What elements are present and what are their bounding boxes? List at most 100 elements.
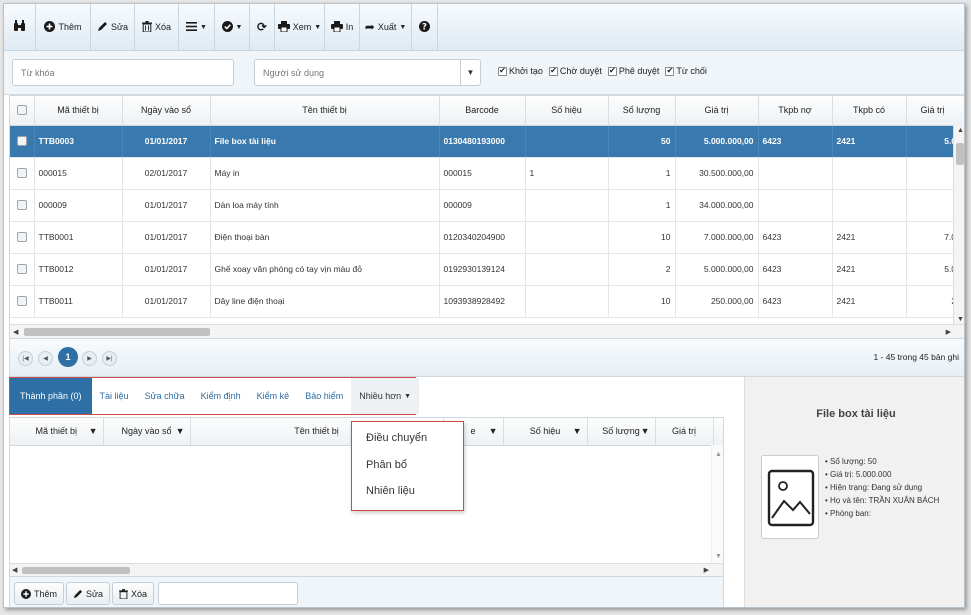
delete-component-label: Xóa [131, 588, 148, 599]
column-header-label: Mã thiết bị [35, 426, 78, 437]
search-button[interactable] [4, 4, 36, 51]
panel-title: File box tài liệu [816, 408, 896, 420]
menu-item-transfer[interactable]: Điều chuyển [366, 432, 427, 444]
status-filter-label: Khởi tạo [509, 66, 543, 76]
scroll-thumb[interactable] [956, 143, 964, 165]
column-header[interactable]: Tkpb nợ [758, 96, 833, 126]
tab-components[interactable]: Thành phần (0) [10, 378, 92, 414]
cell-credit [832, 189, 907, 222]
scroll-up-icon[interactable]: ▲ [715, 451, 722, 458]
scroll-down-icon[interactable]: ▼ [715, 553, 722, 560]
checkbox-checked-icon[interactable]: ✔ [548, 66, 558, 76]
filter-icon[interactable]: ▼ [489, 426, 498, 436]
tab-inventory[interactable]: Kiểm kê [249, 378, 298, 414]
caret-down-icon[interactable]: ▼ [460, 60, 480, 85]
column-header[interactable]: Giá trị [906, 96, 964, 126]
column-header[interactable]: Tkpb có [832, 96, 907, 126]
checkbox-icon[interactable] [16, 136, 27, 146]
table-row[interactable]: TTB0001 01/01/2017 Điện thoại bàn 012034… [10, 221, 964, 254]
menu-item-allocation[interactable]: Phân bổ [366, 459, 407, 471]
column-header[interactable]: Mã thiết bị [34, 96, 123, 126]
vertical-scrollbar[interactable]: ▲ ▼ [711, 445, 723, 564]
table-row[interactable]: 000015 02/01/2017 Máy in 000015 1 1 30.5… [10, 157, 964, 190]
column-header[interactable]: Giá trị [675, 96, 759, 126]
view-dropdown-button[interactable]: Xem ▼ [275, 4, 325, 51]
scroll-thumb[interactable] [22, 567, 130, 574]
horizontal-scrollbar[interactable]: ◀ ▶ [10, 563, 723, 576]
scroll-up-icon[interactable]: ▲ [957, 127, 964, 134]
scroll-left-icon[interactable]: ◀ [12, 566, 17, 574]
tab-repairs[interactable]: Sửa chữa [137, 378, 193, 414]
cell-date: 01/01/2017 [122, 285, 211, 318]
keyword-input[interactable]: Từ khóa [12, 59, 234, 86]
tab-insurance[interactable]: Bảo hiểm [297, 378, 351, 414]
checkbox-checked-icon[interactable]: ✔ [498, 66, 507, 76]
checkbox-checked-icon[interactable]: ✔ [607, 66, 617, 76]
checkbox-icon[interactable] [16, 264, 27, 274]
scroll-left-icon[interactable]: ◀ [13, 328, 18, 336]
user-select[interactable]: Người sử dụng ▼ [254, 59, 481, 86]
scroll-right-icon[interactable]: ▶ [946, 328, 951, 336]
table-row[interactable]: TTB0003 01/01/2017 File box tài liệu 013… [10, 125, 964, 158]
column-header[interactable]: Giá trị [655, 418, 714, 446]
status-filter-rejected[interactable]: ✔ Từ chối [665, 66, 707, 76]
add-button[interactable]: Thêm [36, 4, 91, 51]
table-row[interactable]: TTB0012 01/01/2017 Ghế xoay văn phòng có… [10, 253, 964, 286]
menu-item-fuel[interactable]: Nhiên liệu [366, 485, 415, 497]
next-page-icon[interactable]: ▶ [82, 351, 97, 366]
status-filter-pending[interactable]: ✔ Chờ duyệt [548, 66, 602, 76]
column-header[interactable]: Mã thiết bị ▼ [10, 418, 104, 446]
checkbox-icon[interactable] [16, 296, 27, 306]
column-header[interactable]: Số lượng ▼ [587, 418, 656, 446]
status-filter-approved[interactable]: ✔ Phê duyệt [607, 66, 659, 76]
filter-icon[interactable]: ▼ [89, 426, 98, 436]
current-page-button[interactable]: 1 [58, 347, 78, 367]
table-row[interactable]: TTB0011 01/01/2017 Dây line điện thoại 1… [10, 285, 964, 318]
add-component-button[interactable]: Thêm [14, 582, 65, 605]
vertical-scrollbar[interactable]: ▲ ▼ [953, 125, 964, 325]
column-header[interactable]: Ngày vào sổ ▼ [103, 418, 191, 446]
horizontal-scrollbar[interactable]: ◀ ▶ [10, 324, 964, 338]
column-header[interactable]: Số hiệu ▼ [503, 418, 588, 446]
tab-documents[interactable]: Tài liệu [92, 378, 137, 414]
checkbox-icon[interactable] [16, 105, 27, 116]
menu-dropdown-button[interactable]: ▼ [179, 4, 215, 51]
column-header[interactable]: Ngày vào sổ [122, 96, 211, 126]
component-input[interactable] [158, 582, 298, 605]
column-header-label: e [470, 426, 476, 437]
print-button[interactable]: In [325, 4, 360, 51]
delete-button[interactable]: Xóa [135, 4, 179, 51]
checkbox-icon[interactable] [16, 232, 27, 242]
cell-barcode: 0130480193000 [439, 125, 526, 158]
checkbox-checked-icon[interactable]: ✔ [665, 66, 675, 76]
tab-more[interactable]: Nhiều hơn ▼ [351, 378, 420, 414]
status-filter-created[interactable]: ✔ Khởi tạo [498, 66, 543, 76]
header-select-all[interactable] [10, 96, 35, 126]
column-header[interactable]: Số lượng [608, 96, 676, 126]
checkbox-icon[interactable] [16, 200, 27, 210]
edit-component-button[interactable]: Sửa [66, 582, 111, 605]
first-page-icon[interactable]: |◀ [18, 351, 33, 366]
column-header[interactable]: Tên thiết bị [210, 96, 440, 126]
table-row[interactable]: 000009 01/01/2017 Dàn loa máy tính 00000… [10, 189, 964, 222]
prev-page-icon[interactable]: ◀ [38, 351, 53, 366]
print-button-label: In [345, 22, 354, 32]
trash-icon [119, 588, 128, 599]
export-dropdown-button[interactable]: ➦ Xuất ▼ [360, 4, 412, 51]
edit-button[interactable]: Sửa [91, 4, 135, 51]
scroll-down-icon[interactable]: ▼ [957, 316, 964, 323]
delete-component-button[interactable]: Xóa [112, 582, 155, 605]
approve-dropdown-button[interactable]: ▼ [215, 4, 250, 51]
tab-inspection[interactable]: Kiểm định [193, 378, 249, 414]
help-button[interactable]: ? [412, 4, 438, 51]
filter-icon[interactable]: ▼ [176, 426, 185, 436]
column-header[interactable]: Số hiệu [525, 96, 609, 126]
filter-icon[interactable]: ▼ [641, 426, 650, 436]
filter-icon[interactable]: ▼ [573, 426, 582, 436]
scroll-thumb[interactable] [24, 328, 210, 336]
column-header[interactable]: Barcode [439, 96, 526, 126]
refresh-button[interactable]: ⟳ [250, 4, 275, 51]
last-page-icon[interactable]: ▶| [102, 351, 117, 366]
checkbox-icon[interactable] [16, 168, 27, 178]
scroll-right-icon[interactable]: ▶ [704, 566, 709, 574]
